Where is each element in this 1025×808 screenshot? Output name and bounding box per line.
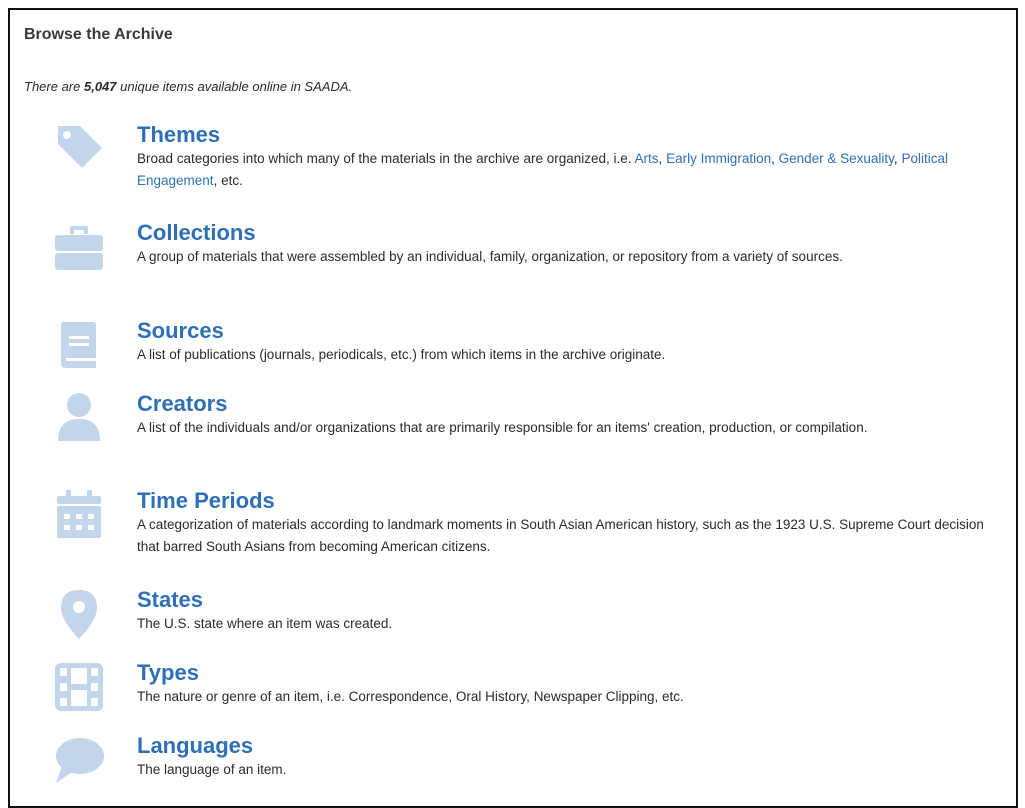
link-early-immigration[interactable]: Early Immigration [666, 151, 771, 166]
separator: , [658, 151, 667, 166]
category-title-states[interactable]: States [137, 587, 203, 613]
tag-icon[interactable] [52, 122, 106, 176]
browse-archive-panel: Browse the Archive There are 5,047 uniqu… [8, 8, 1018, 808]
intro-suffix: unique items available online in SAADA. [116, 79, 353, 94]
calendar-icon[interactable] [52, 488, 106, 542]
category-title-sources[interactable]: Sources [137, 318, 224, 344]
book-icon[interactable] [52, 318, 106, 372]
intro-prefix: There are [24, 79, 84, 94]
map-pin-icon[interactable] [52, 587, 106, 641]
separator: , [771, 151, 779, 166]
page-title: Browse the Archive [24, 26, 173, 43]
briefcase-icon[interactable] [52, 220, 106, 274]
speech-bubble-icon[interactable] [52, 733, 106, 787]
category-title-themes[interactable]: Themes [137, 122, 220, 148]
category-title-creators[interactable]: Creators [137, 391, 227, 417]
category-desc-themes: Broad categories into which many of the … [137, 148, 1007, 192]
category-title-types[interactable]: Types [137, 660, 199, 686]
link-arts[interactable]: Arts [635, 151, 659, 166]
user-icon[interactable] [52, 391, 106, 445]
item-count: 5,047 [83, 79, 117, 94]
category-title-time-periods[interactable]: Time Periods [137, 488, 275, 514]
category-title-collections[interactable]: Collections [137, 220, 256, 246]
category-title-languages[interactable]: Languages [137, 733, 253, 759]
intro-text: There are 5,047 unique items available o… [24, 79, 352, 94]
desc-text: Broad categories into which many of the … [137, 151, 635, 166]
category-desc-sources: A list of publications (journals, period… [137, 347, 666, 362]
category-desc-collections: A group of materials that were assembled… [137, 249, 843, 264]
desc-suffix: , etc. [213, 173, 243, 188]
category-desc-states: The U.S. state where an item was created… [137, 616, 393, 631]
category-desc-types: The nature or genre of an item, i.e. Cor… [137, 689, 684, 704]
link-gender-sexuality[interactable]: Gender & Sexuality [779, 151, 894, 166]
category-desc-creators: A list of the individuals and/or organiz… [137, 420, 868, 435]
category-desc-languages: The language of an item. [137, 762, 287, 777]
category-desc-time-periods: A categorization of materials according … [137, 517, 984, 554]
film-icon[interactable] [52, 660, 106, 714]
